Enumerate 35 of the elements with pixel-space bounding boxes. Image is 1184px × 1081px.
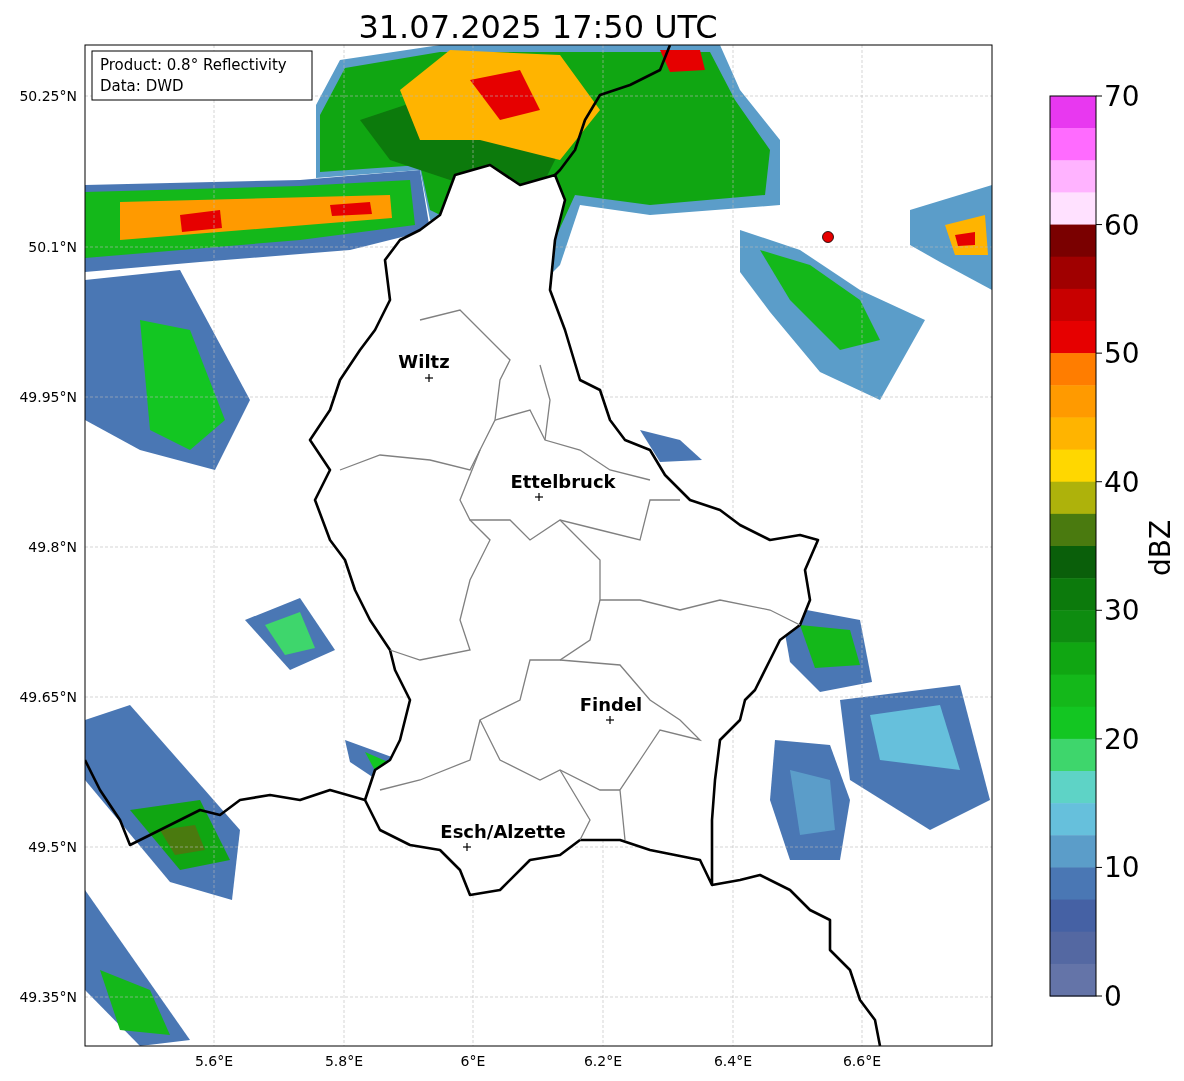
longitude-label: 6.2°E — [583, 1053, 623, 1069]
city-label: Wiltz — [398, 351, 450, 372]
tick-label: 50 — [1104, 337, 1140, 371]
info-text: Data: DWD — [100, 77, 184, 95]
longitude-label: 6.4°E — [713, 1053, 753, 1069]
city-label: Findel — [579, 694, 643, 715]
tick-label: 30 — [1104, 594, 1140, 628]
city-marker-icon — [605, 715, 615, 725]
tick-label: 0 — [1104, 980, 1122, 1013]
longitude-label: 5.8°E — [324, 1053, 364, 1069]
info-text: Product: 0.8° Reflectivity — [100, 56, 287, 74]
latitude-label: 49.35°N — [19, 989, 77, 1005]
latitude-label: 50.1°N — [28, 239, 77, 255]
city-marker-icon — [424, 373, 434, 383]
location-marker-icon — [822, 231, 834, 243]
longitude-label: 6.6°E — [842, 1053, 882, 1069]
city-marker-icon — [462, 842, 472, 852]
latitude-label: 49.8°N — [28, 539, 77, 555]
city-label: Ettelbruck — [510, 471, 616, 492]
tick-label: 40 — [1104, 465, 1140, 499]
city-label: Esch/Alzette — [440, 821, 566, 842]
tick-label: 20 — [1104, 722, 1140, 756]
tick-label: 10 — [1104, 851, 1140, 885]
tick-label: 70 — [1104, 80, 1140, 113]
chart-title: 31.07.2025 17:50 UTC — [358, 8, 718, 46]
longitude-label: 6°E — [460, 1053, 486, 1069]
latitude-label: 49.65°N — [19, 689, 77, 705]
axis-label: dBZ — [1144, 519, 1177, 577]
latitude-label: 49.95°N — [19, 389, 77, 405]
tick-label: 60 — [1104, 208, 1140, 242]
city-marker-icon — [534, 492, 544, 502]
latitude-label: 50.25°N — [19, 88, 77, 104]
longitude-label: 5.6°E — [194, 1053, 234, 1069]
rain-echo-drawing — [640, 430, 702, 462]
latitude-label: 49.5°N — [28, 839, 77, 855]
